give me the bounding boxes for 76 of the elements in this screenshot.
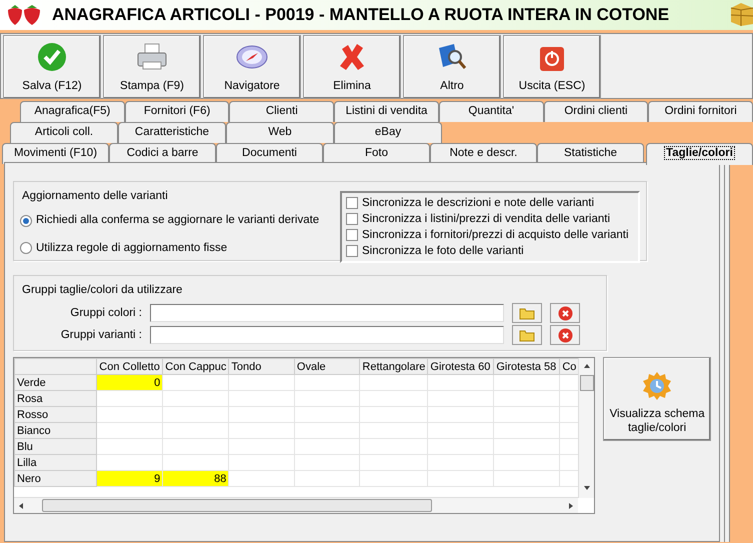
tab[interactable]: Note e descr. bbox=[430, 143, 537, 164]
tab[interactable]: Documenti bbox=[216, 143, 323, 164]
exit-button[interactable]: Uscita (ESC) bbox=[503, 35, 601, 99]
print-button[interactable]: Stampa (F9) bbox=[103, 35, 201, 99]
input-field[interactable] bbox=[150, 304, 504, 322]
checkbox[interactable] bbox=[346, 213, 358, 226]
tab[interactable]: Statistiche bbox=[537, 143, 644, 164]
strawberry-icon bbox=[6, 4, 42, 26]
checkbox[interactable] bbox=[346, 245, 358, 258]
radio-label[interactable]: Utilizza regole di aggiornamento fisse bbox=[36, 240, 228, 257]
field-label: Gruppi varianti : bbox=[60, 328, 143, 343]
browse-button[interactable] bbox=[512, 303, 542, 324]
tab[interactable]: Fornitori (F6) bbox=[124, 101, 230, 122]
clear-button[interactable] bbox=[550, 325, 580, 346]
row-header: Nero bbox=[14, 470, 97, 486]
browse-button[interactable] bbox=[512, 325, 542, 346]
row-header: Verde bbox=[14, 374, 97, 390]
tab[interactable]: Articoli coll. bbox=[10, 122, 118, 143]
checkbox-label[interactable]: Sincronizza i listini/prezzi di vendita delle varianti bbox=[362, 210, 610, 228]
radio-button[interactable] bbox=[20, 242, 32, 254]
clear-icon bbox=[558, 306, 572, 321]
delete-button[interactable]: Elimina bbox=[303, 35, 401, 99]
tab[interactable]: Clienti bbox=[229, 101, 334, 122]
scroll-thumb[interactable] bbox=[580, 375, 594, 392]
power-icon bbox=[539, 46, 565, 72]
column-header: Rettangolare bbox=[360, 358, 428, 374]
row-header: Lilla bbox=[14, 454, 97, 470]
checkbox-label[interactable]: Sincronizza i fornitori/prezzi di acquisto delle varianti bbox=[362, 226, 629, 244]
book-magnifier-icon bbox=[436, 42, 468, 72]
save-button[interactable]: Salva (F12) bbox=[3, 35, 101, 99]
schema-button[interactable]: Visualizza schema taglie/colori bbox=[603, 357, 711, 441]
tab[interactable]: eBay bbox=[334, 122, 442, 143]
grid-cell: 9 bbox=[96, 470, 163, 486]
window-title: ANAGRAFICA ARTICOLI - P0019 - MANTELLO A RUOTA INTERA IN COTONE bbox=[52, 4, 670, 26]
navigator-button[interactable]: Navigatore bbox=[203, 35, 301, 99]
column-header: Girotesta 60 bbox=[428, 358, 494, 374]
clear-button[interactable] bbox=[550, 303, 580, 324]
scroll-thumb[interactable] bbox=[42, 499, 432, 512]
grid-cell: 88 bbox=[162, 470, 229, 486]
column-header: Girotesta 58 bbox=[494, 358, 560, 374]
radio-button[interactable] bbox=[20, 214, 32, 227]
folder-icon bbox=[519, 328, 535, 342]
column-header: Con Cappuc bbox=[162, 358, 229, 374]
tab[interactable]: Quantita' bbox=[438, 101, 544, 122]
tab[interactable]: Anagrafica(F5) bbox=[20, 101, 125, 122]
row-header: Bianco bbox=[14, 422, 97, 438]
row-header: Blu bbox=[14, 438, 97, 454]
input-field[interactable] bbox=[150, 326, 504, 344]
row-header: Rosa bbox=[14, 390, 97, 406]
tab[interactable]: Ordini fornitori bbox=[648, 101, 753, 122]
radio-label[interactable]: Richiedi alla conferma se aggiornare le varianti derivate bbox=[36, 212, 320, 230]
column-header: Ovale bbox=[294, 358, 360, 374]
checkmark-icon bbox=[37, 42, 67, 72]
tab[interactable]: Caratteristiche bbox=[118, 122, 226, 143]
column-header: Tondo bbox=[228, 358, 294, 374]
tab[interactable]: Taglie/colori bbox=[646, 143, 753, 165]
tab[interactable]: Movimenti (F10) bbox=[2, 143, 109, 164]
clear-icon bbox=[558, 328, 572, 343]
column-header: Con Colletto bbox=[96, 358, 163, 374]
grid-cell: 0 bbox=[96, 374, 163, 390]
printer-icon bbox=[135, 42, 169, 72]
checkbox-label[interactable]: Sincronizza le descrizioni e note delle varianti bbox=[362, 194, 594, 212]
more-button[interactable]: Altro bbox=[403, 35, 501, 99]
folder-icon bbox=[519, 306, 535, 320]
tab[interactable]: Codici a barre bbox=[109, 143, 216, 164]
tab[interactable]: Web bbox=[226, 122, 334, 143]
tab[interactable]: Ordini clienti bbox=[544, 101, 648, 122]
x-icon bbox=[337, 42, 367, 72]
checkbox-label[interactable]: Sincronizza le foto delle varianti bbox=[362, 242, 524, 260]
checkbox[interactable] bbox=[346, 197, 358, 210]
gear-clock-icon bbox=[641, 370, 674, 402]
checkbox[interactable] bbox=[346, 229, 358, 242]
tab[interactable]: Foto bbox=[323, 143, 430, 164]
row-header: Rosso bbox=[14, 406, 97, 422]
tab[interactable]: Listini di vendita bbox=[334, 101, 439, 122]
field-label: Gruppi colori : bbox=[69, 306, 143, 321]
